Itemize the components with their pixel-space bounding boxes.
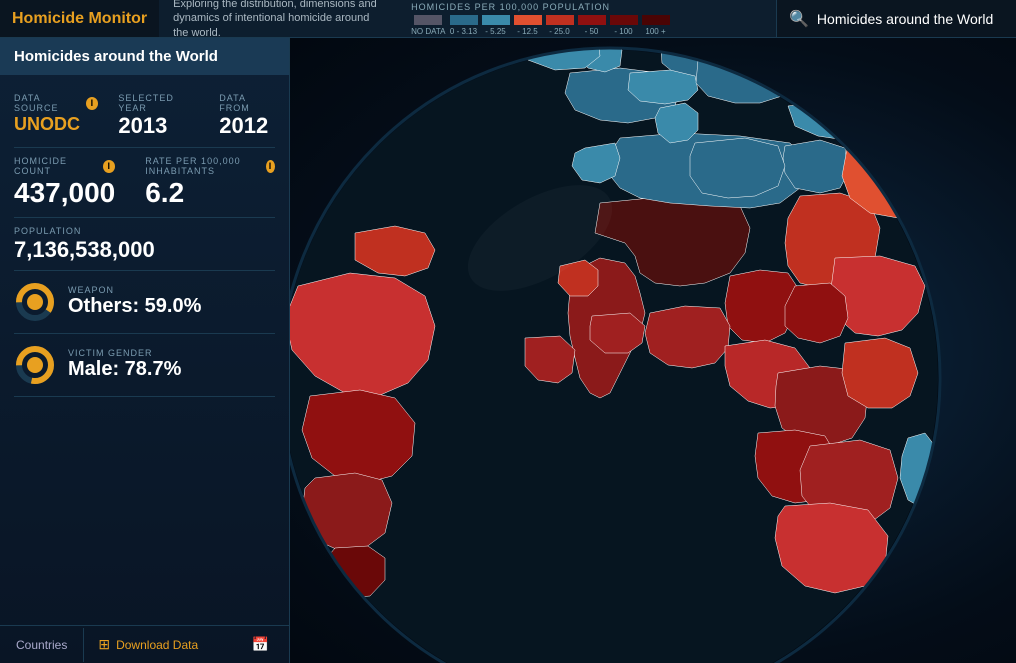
weapon-label: WEAPON [68, 285, 201, 295]
count-info-icon[interactable]: i [103, 160, 115, 173]
count-col: HOMICIDE COUNT i 437,000 [14, 156, 115, 209]
datasource-value: UNODC [14, 115, 98, 135]
gender-value: Male: 78.7% [68, 358, 181, 381]
legend-color-250 [546, 15, 574, 25]
countries-button[interactable]: Countries [0, 628, 84, 662]
year-label: SELECTED YEAR [118, 93, 199, 113]
rate-label: RATE PER 100,000 INHABITANTS i [145, 156, 275, 176]
legend-tick-250: - 25.0 [549, 27, 569, 36]
map-area[interactable] [290, 38, 1016, 663]
sidebar: Homicides around the World DATA SOURCE i… [0, 38, 290, 663]
gender-label: VICTIM GENDER [68, 348, 181, 358]
download-label: Download Data [116, 638, 198, 652]
download-button[interactable]: ⊞ Download Data [84, 626, 212, 663]
legend-scale: NO DATA 0 - 3.13 - 5.25 - 12.5 - 25.0 - … [411, 15, 764, 36]
datafrom-col: DATA FROM 2012 [219, 93, 275, 139]
bottom-bar: Countries ⊞ Download Data 📅 [0, 625, 289, 663]
globe-svg [290, 38, 1016, 663]
legend-tick-nodata: NO DATA [411, 27, 445, 36]
legend-tick-125: - 12.5 [517, 27, 537, 36]
search-title: Homicides around the World [817, 11, 993, 27]
datasource-info-icon[interactable]: i [86, 97, 98, 110]
legend-no-data: NO DATA [411, 15, 445, 36]
stats-grid: DATA SOURCE i UNODC SELECTED YEAR 2013 D… [0, 75, 289, 407]
weapon-row: i WEAPON Others: 59.0% [14, 271, 275, 334]
rate-value: 6.2 [145, 178, 275, 209]
legend-label: HOMICIDES PER 100,000 POPULATION [411, 2, 764, 12]
datafrom-value: 2012 [219, 113, 275, 139]
legend-tick-0-313: 0 - 3.13 [450, 27, 477, 36]
brand-area: Homicide Monitor [0, 0, 159, 37]
brand-title: Homicide Monitor [12, 10, 147, 28]
population-value: 7,136,538,000 [14, 237, 155, 262]
rate-col: RATE PER 100,000 INHABITANTS i 6.2 [145, 156, 275, 209]
legend-50: - 50 [578, 15, 606, 36]
legend-250: - 25.0 [546, 15, 574, 36]
weapon-info-icon[interactable]: i [27, 294, 43, 310]
datasource-label: DATA SOURCE i [14, 93, 98, 113]
legend-tick-100: - 100 [614, 27, 632, 36]
main-layout: Homicides around the World DATA SOURCE i… [0, 38, 1016, 663]
sidebar-title: Homicides around the World [0, 38, 289, 75]
legend-100: - 100 [610, 15, 638, 36]
legend-color-50 [578, 15, 606, 25]
search-icon: 🔍 [789, 9, 809, 29]
weapon-value: Others: 59.0% [68, 295, 201, 318]
calendar-icon[interactable]: 📅 [252, 636, 279, 652]
app-header: Homicide Monitor Exploring the distribut… [0, 0, 1016, 38]
gender-donut: i [14, 344, 56, 386]
legend-color-525 [482, 15, 510, 25]
legend-color-125 [514, 15, 542, 25]
gender-info-icon[interactable]: i [27, 357, 43, 373]
count-label: HOMICIDE COUNT i [14, 156, 115, 176]
countries-label: Countries [16, 638, 67, 652]
legend-125: - 12.5 [514, 15, 542, 36]
legend-0-313: 0 - 3.13 [450, 15, 478, 36]
legend-color-nodata [414, 15, 442, 25]
datafrom-label: DATA FROM [219, 93, 275, 113]
legend-100plus: 100 + [642, 15, 670, 36]
count-rate-row: HOMICIDE COUNT i 437,000 RATE PER 100,00… [14, 148, 275, 218]
population-row: POPULATION 7,136,538,000 [14, 218, 275, 271]
datasource-row: DATA SOURCE i UNODC SELECTED YEAR 2013 D… [14, 85, 275, 148]
legend-tick-100plus: 100 + [645, 27, 665, 36]
count-rate-inline: HOMICIDE COUNT i 437,000 RATE PER 100,00… [14, 156, 275, 209]
rate-info-icon[interactable]: i [266, 160, 275, 173]
weapon-info: WEAPON Others: 59.0% [68, 285, 201, 318]
count-value: 437,000 [14, 178, 115, 209]
datasource-col: DATA SOURCE i UNODC [14, 93, 98, 139]
gender-row: i VICTIM GENDER Male: 78.7% [14, 334, 275, 397]
datasource-inline: DATA SOURCE i UNODC SELECTED YEAR 2013 D… [14, 93, 275, 139]
year-col: SELECTED YEAR 2013 [118, 93, 199, 139]
table-icon: ⊞ [98, 636, 110, 653]
legend-tick-50: - 50 [585, 27, 599, 36]
weapon-donut: i [14, 281, 56, 323]
legend-525: - 5.25 [482, 15, 510, 36]
legend-color-100plus [642, 15, 670, 25]
app-subtitle: Exploring the distribution, dimensions a… [159, 0, 399, 40]
year-value: 2013 [118, 113, 199, 139]
legend-color-100 [610, 15, 638, 25]
legend-color-0-313 [450, 15, 478, 25]
legend-tick-525: - 5.25 [485, 27, 505, 36]
population-label: POPULATION [14, 226, 275, 236]
gender-info: VICTIM GENDER Male: 78.7% [68, 348, 181, 381]
legend-area: HOMICIDES PER 100,000 POPULATION NO DATA… [399, 0, 776, 38]
search-area[interactable]: 🔍 Homicides around the World [776, 0, 1016, 37]
calendar-area: 📅 [252, 636, 289, 654]
